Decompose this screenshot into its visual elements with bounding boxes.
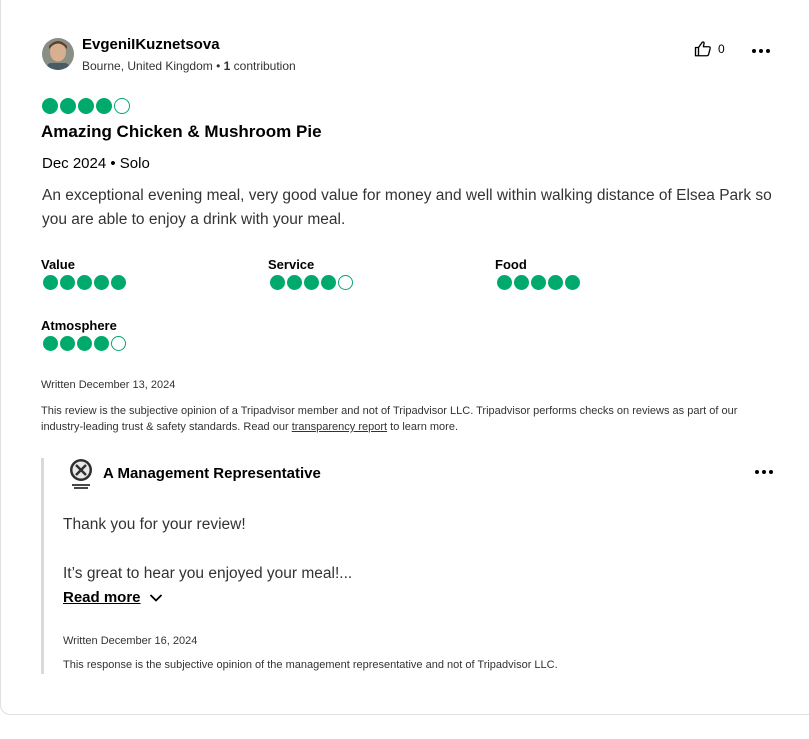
subrating-label-service: Service: [268, 257, 315, 272]
rating-bubble-icon: [60, 336, 75, 351]
more-options-icon[interactable]: [750, 45, 772, 57]
transparency-report-link[interactable]: transparency report: [292, 421, 387, 433]
response-written-date: Written December 16, 2024: [63, 635, 198, 647]
rating-bubble-icon: [514, 275, 529, 290]
trip-info: Dec 2024 • Solo: [42, 155, 150, 172]
rating-bubble-icon: [304, 275, 319, 290]
subrating-value-bubbles: [43, 275, 126, 290]
rating-bubble-icon: [321, 275, 336, 290]
rating-bubble-icon: [42, 98, 58, 114]
rating-bubble-icon: [43, 275, 58, 290]
rating-bubble-icon: [531, 275, 546, 290]
rating-bubble-icon: [94, 275, 109, 290]
review-rating: [42, 98, 130, 114]
response-more-options-icon[interactable]: [753, 466, 775, 478]
subrating-service-bubbles: [270, 275, 353, 290]
rating-bubble-icon: [78, 98, 94, 114]
rating-bubble-icon: [60, 275, 75, 290]
rating-bubble-icon: [338, 275, 353, 290]
response-text-line2: It’s great to hear you enjoyed your meal…: [63, 565, 353, 582]
rating-bubble-icon: [270, 275, 285, 290]
rating-bubble-icon: [111, 275, 126, 290]
rating-bubble-icon: [60, 98, 76, 114]
response-text-line1: Thank you for your review!: [63, 516, 246, 533]
rating-bubble-icon: [111, 336, 126, 351]
rating-bubble-icon: [77, 275, 92, 290]
review-text: An exceptional evening meal, very good v…: [42, 187, 772, 228]
helpful-count: 0: [718, 42, 725, 56]
management-logo: [70, 459, 92, 489]
rating-bubble-icon: [94, 336, 109, 351]
reviewer-name[interactable]: EvgeniIKuznetsova: [82, 36, 220, 53]
review-disclaimer: This review is the subjective opinion of…: [41, 405, 738, 433]
subrating-label-value: Value: [41, 257, 75, 272]
rating-bubble-icon: [287, 275, 302, 290]
rating-bubble-icon: [77, 336, 92, 351]
rating-bubble-icon: [96, 98, 112, 114]
avatar[interactable]: [42, 38, 74, 70]
rating-bubble-icon: [114, 98, 130, 114]
thumbs-up-icon: [694, 41, 711, 57]
subrating-atmosphere-bubbles: [43, 336, 126, 351]
reviewer-location: Bourne, United Kingdom: [82, 59, 213, 73]
rating-bubble-icon: [548, 275, 563, 290]
read-more-button[interactable]: Read more: [63, 589, 163, 606]
chevron-down-icon: [149, 593, 162, 602]
reviewer-meta: Bourne, United Kingdom • 1 contribution: [82, 59, 296, 73]
subrating-label-atmosphere: Atmosphere: [41, 318, 117, 333]
review-written-date: Written December 13, 2024: [41, 379, 176, 391]
review-title[interactable]: Amazing Chicken & Mushroom Pie: [41, 122, 322, 142]
rating-bubble-icon: [497, 275, 512, 290]
review-card: EvgeniIKuznetsova Bourne, United Kingdom…: [0, 0, 809, 715]
response-author: A Management Representative: [103, 465, 321, 482]
management-response: A Management Representative Thank you fo…: [41, 458, 781, 674]
helpful-button[interactable]: 0: [694, 40, 725, 58]
rating-bubble-icon: [565, 275, 580, 290]
rating-bubble-icon: [43, 336, 58, 351]
response-disclaimer: This response is the subjective opinion …: [63, 659, 558, 671]
subrating-food-bubbles: [497, 275, 580, 290]
subrating-label-food: Food: [495, 257, 527, 272]
